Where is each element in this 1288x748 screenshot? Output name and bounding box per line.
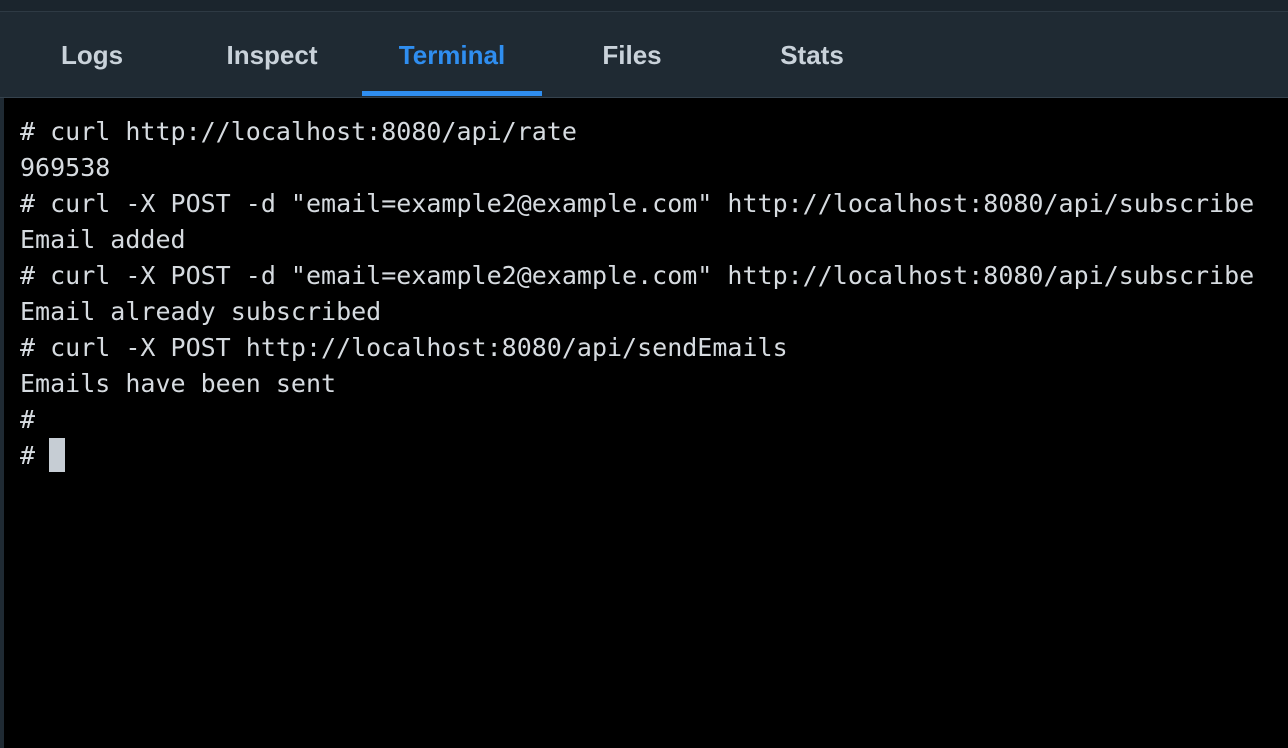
terminal-line: # curl -X POST http://localhost:8080/api…: [20, 333, 788, 362]
terminal-prompt-line[interactable]: #: [20, 438, 1288, 474]
terminal-prompt: #: [20, 441, 36, 470]
terminal-line: #: [20, 405, 36, 434]
top-divider: [0, 0, 1288, 12]
tab-files[interactable]: Files: [590, 12, 674, 98]
terminal-line: 969538: [20, 153, 111, 182]
terminal-line: Email added: [20, 225, 186, 254]
tab-inspect[interactable]: Inspect: [210, 12, 334, 98]
terminal-line: # curl -X POST -d "email=example2@exampl…: [20, 189, 1255, 218]
terminal-line: # curl -X POST -d "email=example2@exampl…: [20, 261, 1255, 290]
tab-bar: Logs Inspect Terminal Files Stats: [0, 12, 1288, 98]
terminal-cursor: [49, 438, 66, 472]
terminal-line: # curl http://localhost:8080/api/rate: [20, 117, 577, 146]
terminal-line: Email already subscribed: [20, 297, 382, 326]
active-tab-indicator: [362, 91, 542, 96]
tab-terminal[interactable]: Terminal: [362, 12, 542, 98]
container-window: Logs Inspect Terminal Files Stats # curl…: [0, 0, 1288, 748]
terminal-line: Emails have been sent: [20, 369, 337, 398]
tab-stats[interactable]: Stats: [766, 12, 858, 98]
terminal-output[interactable]: # curl http://localhost:8080/api/rate 96…: [4, 98, 1288, 748]
tab-logs[interactable]: Logs: [40, 12, 144, 98]
